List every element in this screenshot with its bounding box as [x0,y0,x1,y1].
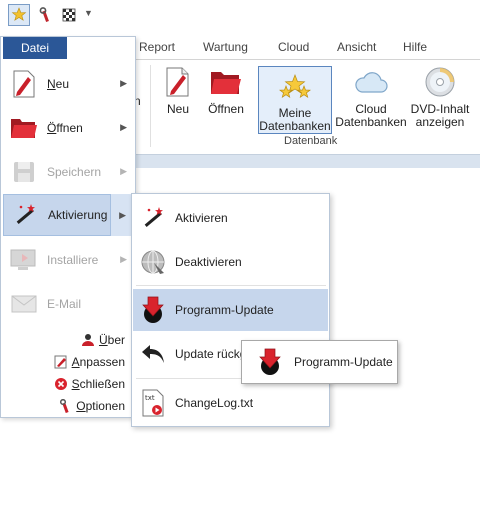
menu-item-label: Installiere [47,253,99,267]
new-document-icon [9,69,39,99]
chevron-right-icon: ▶ [120,254,127,264]
dvd-icon [423,65,457,99]
cloud-icon [354,65,388,99]
globe-icon [139,248,167,276]
tab-hilfe[interactable]: Hilfe [403,40,427,54]
tab-ansicht[interactable]: Ansicht [337,40,376,54]
undo-arrow-icon [139,340,167,368]
submenu-item-changelog[interactable]: txt ChangeLog.txt [133,383,328,423]
ribbon-open-button[interactable]: Öffnen [206,65,246,116]
edit-pencil-icon [54,355,68,369]
open-folder-icon [9,113,39,143]
tooltip-programm-update: Programm-Update [241,340,398,384]
menu-item-oeffnen[interactable]: Öffnen ▶ [3,107,133,149]
menu-close[interactable]: Schließen [54,377,125,391]
chevron-right-icon: ▶ [120,78,127,88]
open-folder-icon [209,65,243,99]
close-circle-icon [54,377,68,391]
menu-customize[interactable]: Anpassen [54,355,125,369]
menu-options[interactable]: Optionen [58,399,125,413]
tools-quick-button[interactable] [34,4,56,26]
menu-item-label: Speichern [47,165,102,179]
magic-wand-icon [10,200,40,230]
menu-about[interactable]: Über [81,333,125,347]
chevron-right-icon: ▶ [119,210,126,220]
ribbon-bottom-stripe [130,154,480,168]
tooltip-label: Programm-Update [294,355,393,369]
envelope-icon [9,289,39,319]
tab-cloud[interactable]: Cloud [278,40,309,54]
ribbon-separator [150,65,151,147]
menu-item-speichern: Speichern ▶ [3,151,133,193]
update-arrow-icon [139,296,167,324]
menu-item-aktivierung[interactable]: Aktivierung ▶ [3,194,133,236]
update-arrow-icon [256,348,284,376]
user-info-icon [81,333,95,347]
svg-text:txt: txt [145,394,155,402]
ribbon-panel: n Neu Öffnen Meine Datenbanken Cloud Dat… [130,59,480,154]
stars-quick-button[interactable] [8,4,30,26]
stars-icon [11,7,27,21]
submenu-item-label: Update rückg [175,347,247,361]
menu-item-label: Neu [47,77,70,91]
tab-report[interactable]: Report [139,40,175,54]
ribbon-new-label: Neu [166,102,189,116]
ribbon-my-databases-button[interactable]: Meine Datenbanken [258,66,332,134]
wrench-icon [58,399,72,413]
submenu-item-label: Aktivieren [175,211,228,225]
quick-access-toolbar: ▼ [0,0,480,32]
wrench-icon [39,7,49,22]
submenu-item-label: Deaktivieren [175,255,242,269]
install-monitor-icon [9,245,39,275]
menu-item-email: E-Mail [3,283,133,325]
chevron-right-icon: ▶ [120,166,127,176]
submenu-item-label: ChangeLog.txt [175,396,254,410]
ribbon-dvd-label-2: anzeigen [415,115,465,129]
ribbon-group-label: Datenbank [284,135,338,147]
menu-item-installiere: Installiere ▶ [3,239,133,281]
chevron-right-icon: ▶ [120,122,127,132]
save-disk-icon [9,157,39,187]
ribbon-cloud-label-2: Datenbanken [335,115,407,129]
file-menu: Datei Neu ▶ Öffnen ▶ Speichern ▶ Aktivie… [0,36,136,418]
file-menu-tab[interactable]: Datei [3,37,67,59]
magic-wand-icon [139,204,167,232]
ribbon-my-databases-label-2: Datenbanken [259,119,331,133]
submenu-item-aktivieren[interactable]: Aktivieren [133,198,328,238]
submenu-item-deaktivieren[interactable]: Deaktivieren [133,242,328,282]
stars-icon [278,71,312,105]
ribbon-open-label: Öffnen [208,102,244,116]
menu-item-label: Aktivierung [48,208,108,222]
activation-submenu: Aktivieren Deaktivieren Programm-Update … [131,193,330,427]
submenu-separator [136,285,326,286]
customize-toolbar-dropdown[interactable]: ▼ [84,8,93,18]
ribbon-new-button[interactable]: Neu [163,65,193,116]
new-document-icon [161,65,195,99]
menu-item-neu[interactable]: Neu ▶ [3,63,133,105]
menu-item-label: E-Mail [47,297,82,311]
submenu-item-programm-update[interactable]: Programm-Update [133,289,328,331]
submenu-item-label: Programm-Update [175,303,274,317]
text-file-icon: txt [139,389,167,417]
ribbon-dvd-content-button[interactable]: DVD-Inhalt anzeigen [408,65,472,129]
tab-wartung[interactable]: Wartung [203,40,248,54]
checkered-flag-icon [62,8,76,22]
checkered-flag-quick-button[interactable] [58,4,80,26]
ribbon-cloud-databases-button[interactable]: Cloud Datenbanken [334,65,408,129]
menu-item-label: Öffnen [47,121,83,135]
